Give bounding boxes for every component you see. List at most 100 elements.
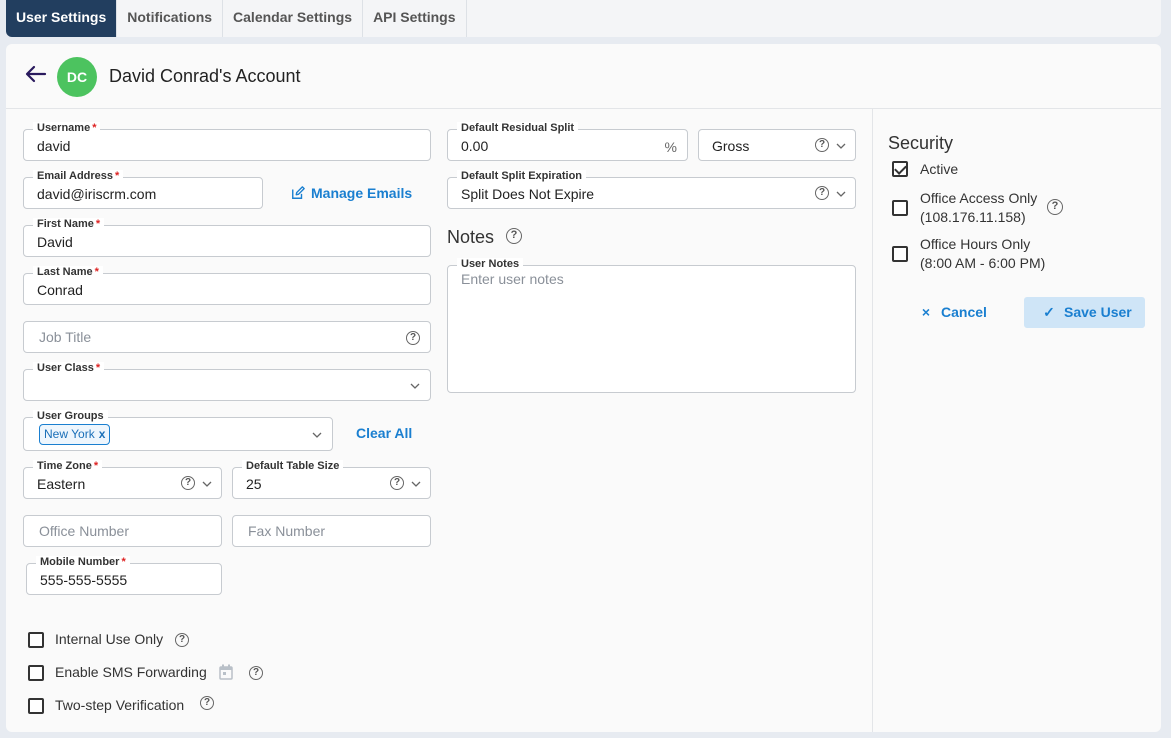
account-card: DC David Conrad's Account Username * davi… [6,44,1161,732]
save-user-label: Save User [1064,304,1132,320]
split-basis-value: Gross [712,138,750,154]
required-marker: * [94,266,99,278]
username-field[interactable]: Username * david [23,122,431,161]
notes-title: Notes [447,227,495,247]
first-name-value: David [37,234,73,250]
fax-number-field[interactable]: Fax Number [232,515,431,547]
group-chip[interactable]: New York x [39,424,111,445]
required-marker: * [121,556,126,568]
close-icon: × [921,304,931,320]
required-marker: * [95,218,101,230]
split-basis-select[interactable]: Gross ? [698,129,856,161]
page-title: David Conrad's Account [109,66,301,86]
office-hours-checkbox[interactable] [892,246,908,262]
help-icon[interactable]: ? [815,186,829,200]
remove-chip-icon[interactable]: x [99,427,106,441]
edit-icon [292,186,305,199]
office-hours-range: (8:00 AM - 6:00 PM) [920,255,1046,271]
office-access-checkbox[interactable] [892,200,908,216]
tab-api-settings[interactable]: API Settings [363,0,467,37]
avatar: DC [57,57,97,97]
active-label: Active [920,161,959,177]
chevron-down-icon [836,143,846,149]
help-icon[interactable]: ? [175,633,189,647]
sms-forwarding-label: Enable SMS Forwarding [55,664,207,680]
office-hours-label: Office Hours Only [920,236,1031,252]
chevron-down-icon [411,481,421,487]
tab-user-settings[interactable]: User Settings [6,0,118,37]
required-marker: * [92,122,97,134]
split-expiration-select[interactable]: Default Split Expiration Split Does Not … [447,170,856,209]
user-class-label: User Class [37,362,94,374]
first-name-label: First Name [37,218,94,230]
username-label: Username [37,122,91,134]
chevron-down-icon [202,481,212,487]
user-class-select[interactable]: User Class * [23,362,431,401]
help-icon[interactable]: ? [406,331,420,345]
sms-forwarding-checkbox[interactable] [28,665,44,681]
residual-split-field[interactable]: Default Residual Split 0.00 % [447,122,688,161]
user-notes-label: User Notes [461,258,520,270]
settings-tabbar: User Settings Notifications Calendar Set… [6,0,1161,37]
internal-use-label: Internal Use Only [55,631,164,647]
column-divider [872,109,873,732]
email-field[interactable]: Email Address * david@iriscrm.com [23,170,263,209]
account-header: DC David Conrad's Account [6,44,1161,109]
group-chip-label: New York [44,427,95,441]
user-notes-placeholder: Enter user notes [461,271,564,287]
last-name-field[interactable]: Last Name * Conrad [23,266,431,305]
username-value: david [37,138,71,154]
table-size-select[interactable]: Default Table Size 25 ? [232,460,431,499]
time-zone-label: Time Zone [37,460,92,472]
calendar-icon[interactable] [219,664,233,680]
security-title: Security [888,133,954,153]
residual-split-value: 0.00 [461,138,489,154]
help-icon[interactable]: ? [200,696,214,710]
clear-all-link[interactable]: Clear All [356,425,412,441]
chevron-down-icon [836,191,846,197]
split-expiration-label: Default Split Expiration [461,170,583,182]
last-name-label: Last Name [37,266,93,278]
office-number-placeholder: Office Number [39,523,129,539]
cancel-button[interactable]: × Cancel [919,297,999,327]
tab-notifications[interactable]: Notifications [117,0,224,37]
tab-calendar-settings[interactable]: Calendar Settings [223,0,364,37]
help-icon[interactable]: ? [181,476,195,490]
user-groups-label: User Groups [37,410,104,422]
user-groups-select[interactable]: User Groups New York x [23,410,333,451]
mobile-number-label: Mobile Number [40,556,120,568]
office-access-ip: (108.176.11.158) [920,209,1026,225]
manage-emails-link[interactable]: Manage Emails [291,185,412,201]
time-zone-select[interactable]: Time Zone * Eastern ? [23,460,222,499]
first-name-field[interactable]: First Name * David [23,218,431,257]
chevron-down-icon [410,383,420,389]
email-value: david@iriscrm.com [37,186,157,202]
table-size-label: Default Table Size [246,460,340,472]
help-icon[interactable]: ? [506,228,522,244]
office-number-field[interactable]: Office Number [23,515,222,547]
help-icon[interactable]: ? [390,476,404,490]
mobile-number-field[interactable]: Mobile Number * 555-555-5555 [26,556,222,595]
manage-emails-label: Manage Emails [311,185,413,201]
two-step-checkbox[interactable] [28,698,44,714]
cancel-label: Cancel [941,304,987,320]
job-title-field[interactable]: Job Title ? [23,321,431,353]
chevron-down-icon [312,432,322,438]
split-expiration-value: Split Does Not Expire [461,186,595,202]
active-checkbox[interactable] [892,161,908,177]
fax-number-placeholder: Fax Number [248,523,326,539]
save-user-button[interactable]: ✓ Save User [1024,297,1145,328]
job-title-placeholder: Job Title [39,329,92,345]
internal-use-checkbox[interactable] [28,632,44,648]
required-marker: * [93,460,99,472]
back-arrow-icon[interactable] [24,62,48,86]
time-zone-value: Eastern [37,476,86,492]
help-icon[interactable]: ? [1047,199,1063,215]
required-marker: * [115,170,120,182]
help-icon[interactable]: ? [815,138,829,152]
last-name-value: Conrad [37,282,83,298]
check-icon: ✓ [1043,304,1055,320]
mobile-number-value: 555-555-5555 [40,572,128,588]
help-icon[interactable]: ? [249,666,263,680]
user-notes-textarea[interactable]: User Notes Enter user notes [447,258,856,393]
